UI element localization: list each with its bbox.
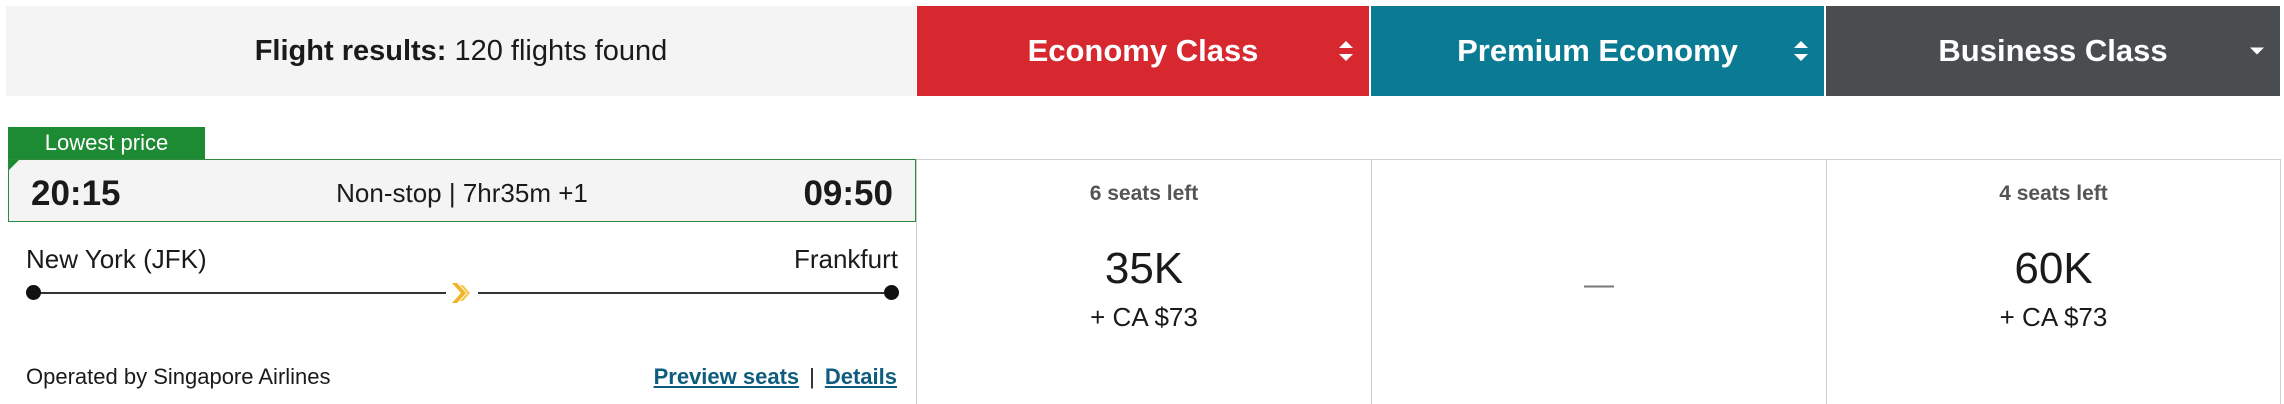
link-separator: | — [809, 364, 815, 389]
origin-city: New York (JFK) — [26, 244, 207, 274]
tax-amount: + CA $73 — [1999, 302, 2108, 332]
tab-premium-label: Premium Economy — [1457, 33, 1738, 68]
lowest-price-badge: Lowest price — [8, 127, 205, 159]
seats-left: 4 seats left — [1999, 182, 2108, 205]
tax-amount: + CA $73 — [1090, 302, 1198, 332]
tab-business-label: Business Class — [1938, 33, 2168, 68]
flight-links: Preview seats | Details — [654, 364, 897, 390]
arrival-time: 09:50 — [803, 174, 893, 213]
tab-economy-label: Economy Class — [1027, 33, 1259, 68]
route-info: Non-stop | 7hr35m +1 — [336, 178, 588, 208]
fare-premium-cell: — — [1371, 159, 1826, 404]
destination-city: Frankfurt — [793, 244, 898, 274]
chevron-down-icon — [2250, 47, 2264, 55]
origin-dot — [26, 285, 41, 300]
sort-icon — [1339, 41, 1353, 61]
tab-business-class[interactable]: Business Class — [1826, 6, 2280, 96]
flight-results-page: Flight results: 120 flights found Econom… — [0, 0, 2284, 404]
not-available: — — [1584, 268, 1614, 301]
badge-corner — [9, 160, 19, 170]
miles-price: 60K — [2014, 244, 2093, 293]
operated-by: Operated by Singapore Airlines — [26, 364, 331, 389]
results-label: Flight results: — [254, 34, 447, 67]
results-summary: Flight results: 120 flights found — [6, 6, 916, 96]
sort-icon — [1794, 41, 1808, 61]
destination-dot — [884, 285, 899, 300]
results-count: 120 flights found — [454, 34, 668, 67]
details-link[interactable]: Details — [825, 364, 897, 390]
flight-times-bar: 20:15 Non-stop | 7hr35m +1 09:50 — [8, 159, 916, 222]
fare-economy-cell[interactable]: 6 seats left 35K + CA $73 — [916, 159, 1371, 404]
fare-business-cell[interactable]: 4 seats left 60K + CA $73 — [1826, 159, 2281, 404]
singapore-airlines-logo-icon — [446, 278, 478, 308]
miles-price: 35K — [1104, 244, 1184, 293]
tab-premium-economy[interactable]: Premium Economy — [1371, 6, 1824, 96]
preview-seats-link[interactable]: Preview seats — [654, 364, 800, 390]
seats-left: 6 seats left — [1089, 182, 1199, 205]
tab-economy-class[interactable]: Economy Class — [917, 6, 1369, 96]
